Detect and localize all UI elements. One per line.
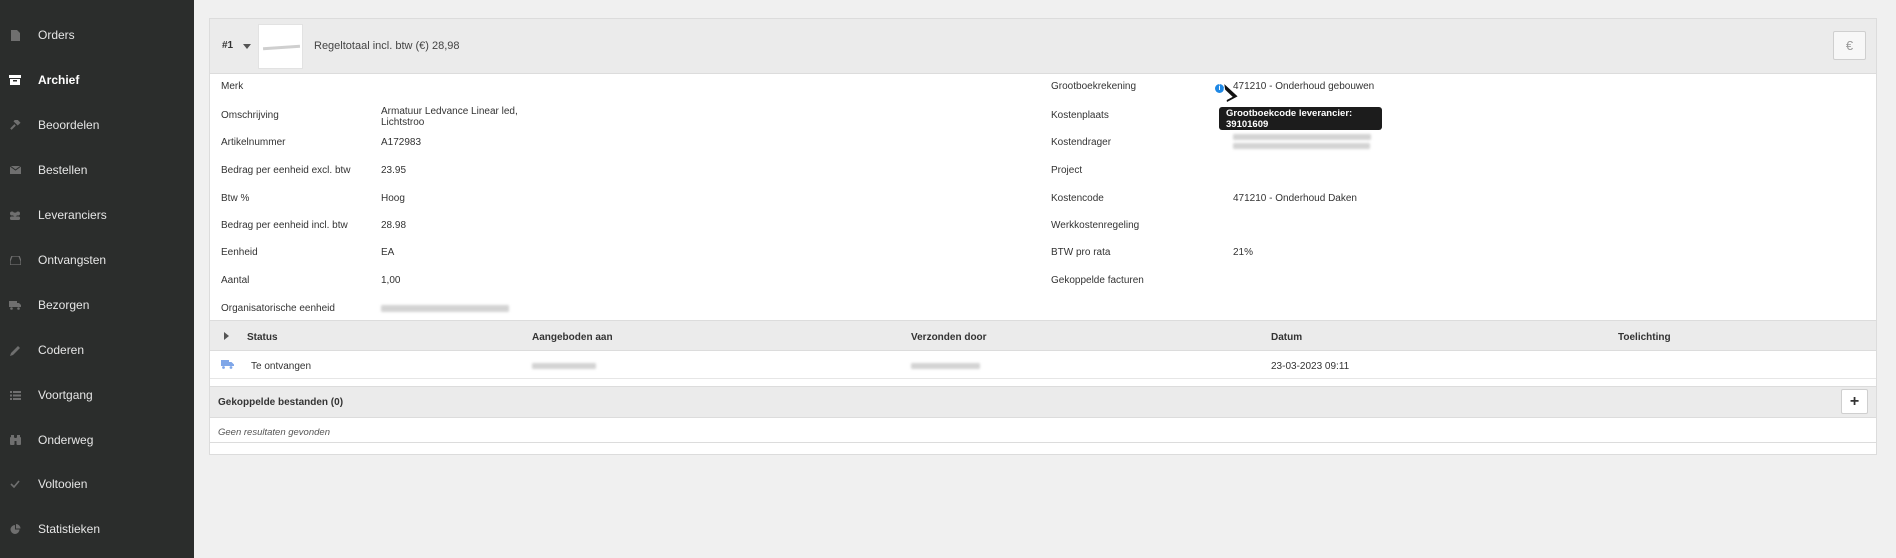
sidebar-item-beoordelen[interactable]: Beoordelen <box>0 107 194 143</box>
field-label-omschrijving: Omschrijving <box>221 110 279 121</box>
column-header-datum: Datum <box>1271 332 1303 343</box>
field-value-bedrag-excl: 23.95 <box>381 165 407 176</box>
redacted-value <box>911 363 980 369</box>
status-value: Te ontvangen <box>251 361 312 372</box>
sidebar-item-coderen[interactable]: Coderen <box>0 332 194 368</box>
sidebar-item-label: Bezorgen <box>38 298 90 312</box>
sidebar-item-label: Voltooien <box>38 477 88 491</box>
envelope-icon <box>9 164 21 176</box>
column-header-verzonden-door: Verzonden door <box>911 332 987 343</box>
redacted-value <box>1233 134 1371 140</box>
currency-button[interactable]: € <box>1833 31 1866 60</box>
sidebar-item-label: Coderen <box>38 343 85 357</box>
field-label-btw: Btw % <box>221 193 250 204</box>
table-row: Te ontvangen 23-03-2023 09:11 <box>210 351 1876 379</box>
field-label-kostendrager: Kostendrager <box>1051 137 1112 148</box>
sidebar-item-orders[interactable]: Orders <box>0 17 194 53</box>
sidebar: Orders Archief Beoordelen Bestellen Leve… <box>0 0 194 558</box>
pie-chart-icon <box>9 523 21 535</box>
field-value-artikelnummer: A172983 <box>381 137 422 148</box>
sidebar-item-statistieken[interactable]: Statistieken <box>0 511 194 547</box>
field-label-aantal: Aantal <box>221 275 250 286</box>
product-thumbnail <box>258 24 303 69</box>
field-label-kostenplaats: Kostenplaats <box>1051 110 1109 121</box>
redacted-value <box>532 363 596 369</box>
sidebar-item-label: Beoordelen <box>38 118 100 132</box>
field-value-kostencode: 471210 - Onderhoud Daken <box>1233 193 1357 204</box>
field-value-grootboekrekening: 471210 - Onderhoud gebouwen <box>1233 81 1375 92</box>
field-value-btw: Hoog <box>381 193 405 204</box>
truck-icon <box>221 360 234 369</box>
sidebar-item-label: Archief <box>38 73 80 87</box>
line-total: Regeltotaal incl. btw (€) 28,98 <box>314 40 460 52</box>
column-header-status: Status <box>247 332 278 343</box>
redacted-value <box>381 305 509 312</box>
linked-files-title: Gekoppelde bestanden (0) <box>218 397 344 408</box>
gavel-icon <box>9 119 21 131</box>
tooltip: Grootboekcode leverancier: 39101609 <box>1219 107 1382 130</box>
sidebar-item-leveranciers[interactable]: Leveranciers <box>0 197 194 233</box>
field-label-werkkostenregeling: Werkkostenregeling <box>1051 220 1140 231</box>
linked-files-card: Gekoppelde bestanden (0) + Geen resultat… <box>209 386 1877 443</box>
field-label-organisatorische-eenheid: Organisatorische eenheid <box>221 303 335 314</box>
field-label-eenheid: Eenheid <box>221 247 258 258</box>
field-label-btw-pro-rata: BTW pro rata <box>1051 247 1111 258</box>
field-label-kostencode: Kostencode <box>1051 193 1104 204</box>
sidebar-item-ontvangsten[interactable]: Ontvangsten <box>0 242 194 278</box>
sidebar-item-label: Statistieken <box>38 522 101 536</box>
sidebar-item-voortgang[interactable]: Voortgang <box>0 377 194 413</box>
sidebar-item-label: Leveranciers <box>38 208 107 222</box>
main-content: #1 Regeltotaal incl. btw (€) 28,98 € Mer… <box>194 0 1896 558</box>
field-label-gekoppelde-facturen: Gekoppelde facturen <box>1051 275 1144 286</box>
sidebar-item-onderweg[interactable]: Onderweg <box>0 422 194 458</box>
field-label-merk: Merk <box>221 81 244 92</box>
sidebar-item-archief[interactable]: Archief <box>0 62 194 98</box>
column-header-toelichting: Toelichting <box>1618 332 1671 343</box>
chevron-down-icon[interactable] <box>243 44 251 49</box>
field-value-omschrijving: Armatuur Ledvance Linear led, Lichtstroo <box>381 106 518 128</box>
file-icon <box>9 29 21 41</box>
binoculars-icon <box>9 434 21 446</box>
field-label-bedrag-incl: Bedrag per eenheid incl. btw <box>221 220 348 231</box>
sidebar-item-label: Bestellen <box>38 163 88 177</box>
truck-icon <box>9 299 21 311</box>
empty-message: Geen resultaten gevonden <box>218 427 330 438</box>
column-header-aangeboden-aan: Aangeboden aan <box>532 332 613 343</box>
archive-icon <box>9 74 21 86</box>
status-table-header: Status Aangeboden aan Verzonden door Dat… <box>210 320 1876 351</box>
add-file-button[interactable]: + <box>1841 389 1868 414</box>
users-icon <box>9 209 21 221</box>
sidebar-item-bestellen[interactable]: Bestellen <box>0 152 194 188</box>
field-label-project: Project <box>1051 165 1083 176</box>
inbox-icon <box>9 254 21 266</box>
field-label-artikelnummer: Artikelnummer <box>221 137 286 148</box>
sidebar-item-label: Orders <box>38 28 75 42</box>
order-line-header: #1 Regeltotaal incl. btw (€) 28,98 € <box>210 19 1876 74</box>
expand-icon[interactable] <box>224 332 229 340</box>
sidebar-item-label: Voortgang <box>38 388 93 402</box>
field-label-bedrag-excl: Bedrag per eenheid excl. btw <box>221 165 351 176</box>
field-value-aantal: 1,00 <box>381 275 401 286</box>
check-icon <box>9 478 21 490</box>
pencil-icon <box>9 344 21 356</box>
field-label-grootboekrekening: Grootboekrekening <box>1051 81 1137 92</box>
linked-files-header: Gekoppelde bestanden (0) + <box>210 387 1876 418</box>
sidebar-item-label: Ontvangsten <box>38 253 107 267</box>
sidebar-item-bezorgen[interactable]: Bezorgen <box>0 287 194 323</box>
field-value-bedrag-incl: 28.98 <box>381 220 407 231</box>
list-icon <box>9 389 21 401</box>
datum-value: 23-03-2023 09:11 <box>1271 361 1350 372</box>
field-value-eenheid: EA <box>381 247 395 258</box>
sidebar-item-label: Onderweg <box>38 433 94 447</box>
redacted-value <box>1233 143 1370 149</box>
line-number: #1 <box>222 40 234 51</box>
field-value-btw-pro-rata: 21% <box>1233 247 1254 258</box>
sidebar-item-voltooien[interactable]: Voltooien <box>0 466 194 502</box>
